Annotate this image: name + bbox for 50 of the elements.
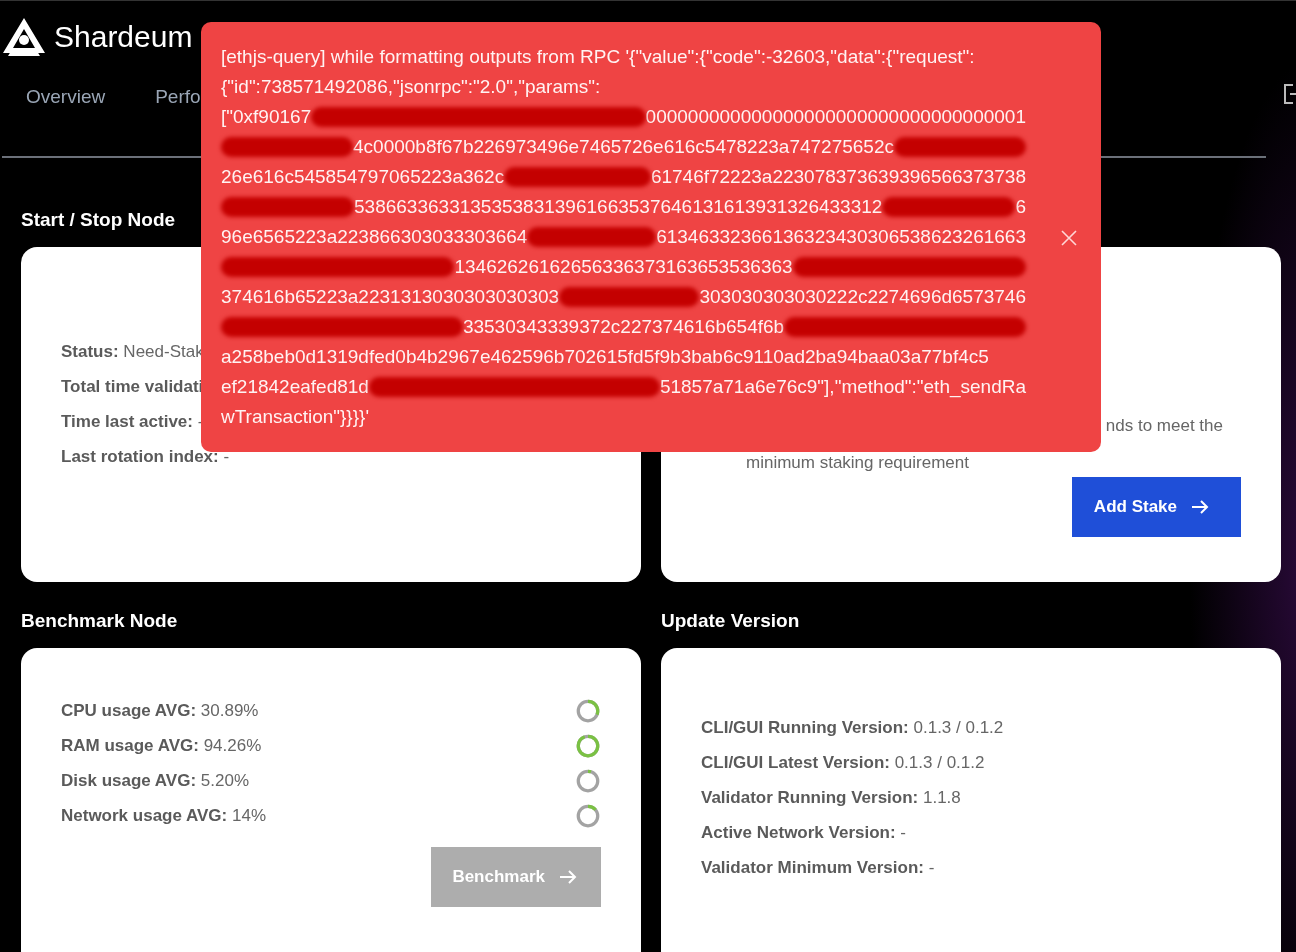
error-text: 51857a71a6e76c9"],"method":"eth_sendRa	[659, 376, 1026, 398]
error-text: 374616b65223a2231313030303030303	[221, 286, 560, 308]
version-line: Active Network Version: -	[701, 822, 906, 844]
error-text: [ethjs-query] while formatting outputs from RPC '{"value":{"code":-32603,"data":{"request":	[221, 46, 975, 68]
error-text: 96e6565223a223866303033303664	[221, 226, 528, 248]
stake-description: minimum staking requirement	[746, 452, 970, 474]
error-text: ["0xf90167	[221, 106, 312, 128]
error-text: 13462626162656336373163653536363	[454, 256, 793, 278]
error-text: 53866336331353538313961663537646131613931326433312	[354, 196, 883, 218]
usage-line: Network usage AVG: 14%	[61, 805, 266, 827]
status-line: Status: Need-Stak	[61, 341, 204, 363]
error-text: wTransaction"}}}}'	[221, 406, 370, 428]
section-title: Benchmark Node	[21, 610, 179, 632]
nav-tab[interactable]: Perfo	[155, 86, 201, 108]
usage-line: Disk usage AVG: 5.20%	[61, 770, 250, 792]
error-text: 4c0000b8f67b226973496e7465726e616c5478223a747275652c	[353, 136, 894, 158]
error-text: 303030303030222c2274696d6573746	[699, 286, 1026, 308]
error-text: {"id":738571492086,"jsonrpc":"2.0","params":	[221, 76, 601, 98]
error-text: ef21842eafed81d	[221, 376, 369, 398]
arrow-icon	[559, 869, 577, 885]
add-stake-button[interactable]: Add Stake	[1071, 477, 1241, 537]
logo-icon	[2, 17, 46, 57]
logo-text: Shardeum	[54, 20, 193, 54]
usage-ring-meter	[575, 733, 601, 759]
error-text: 33530343339372c227374616b654f6b	[462, 316, 785, 338]
error-text: 26e616c545854797065223a362c	[221, 166, 505, 188]
version-line: CLI/GUI Latest Version: 0.1.3 / 0.1.2	[701, 752, 985, 774]
usage-ring-meter	[575, 803, 601, 829]
arrow-icon	[1191, 499, 1209, 515]
section-title: Start / Stop Node	[21, 209, 177, 231]
error-text: 61746f72223a223078373639396566373738	[650, 166, 1026, 188]
usage-line: CPU usage AVG: 30.89%	[61, 700, 259, 722]
error-text: 6	[1015, 196, 1026, 218]
error-text: 61346332366136323430306538623261663	[656, 226, 1026, 248]
error-text: a258beb0d1319dfed0b4b2967e462596b702615fd5f9b3bab6c9110ad2ba94baa03a77bf4c5	[221, 346, 989, 368]
version-line: CLI/GUI Running Version: 0.1.3 / 0.1.2	[701, 717, 1004, 739]
usage-ring-meter	[575, 768, 601, 794]
version-line: Validator Minimum Version: -	[701, 857, 935, 879]
status-line: Last rotation index: -	[61, 446, 230, 468]
error-text: 000000000000000000000000000000000001	[645, 106, 1026, 128]
close-icon[interactable]	[1061, 230, 1077, 246]
status-line: Total time validati	[61, 376, 204, 398]
status-line: Time last active: -	[61, 411, 204, 433]
stake-description: nds to meet the	[1105, 415, 1223, 437]
section-title: Update Version	[661, 610, 801, 632]
usage-line: RAM usage AVG: 94.26%	[61, 735, 262, 757]
version-line: Validator Running Version: 1.1.8	[701, 787, 961, 809]
usage-ring-meter	[575, 698, 601, 724]
logout-icon[interactable]	[1282, 83, 1296, 105]
nav-tab[interactable]: Overview	[26, 86, 106, 108]
